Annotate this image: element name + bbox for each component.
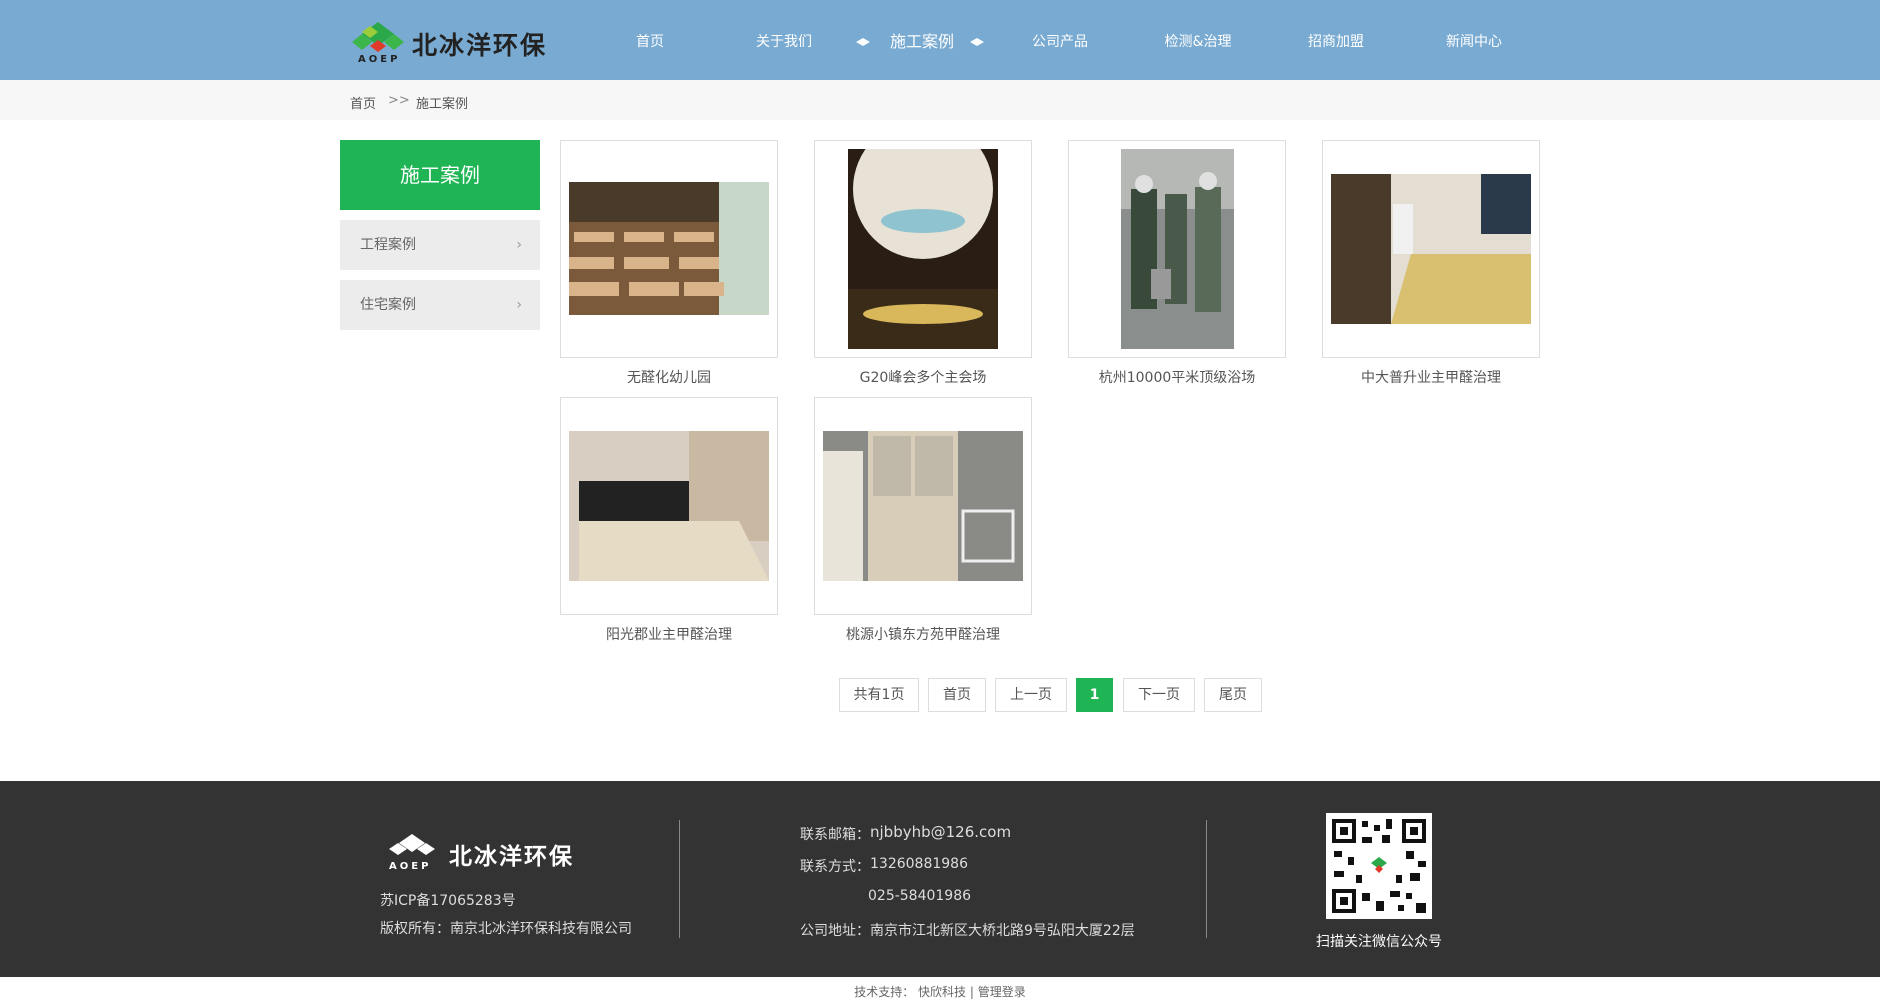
case-card-taoyuan[interactable] [814, 397, 1032, 615]
pagination-last-button[interactable]: 尾页 [1204, 678, 1262, 712]
wechat-qr-code [1326, 813, 1432, 919]
logo-subtext: AOEP [358, 54, 401, 65]
footer-logo-text: 北冰洋环保 [449, 844, 574, 870]
footer-address: 南京市江北新区大桥北路9号弘阳大厦22层 [870, 923, 1135, 939]
footer-phone-2: 025-58401986 [868, 888, 972, 904]
sidebar-item-label: 工程案例 [360, 237, 416, 253]
main-nav: 首页 关于我们 施工案例 公司产品 检测&治理 招商加盟 新闻中心 [590, 0, 1550, 80]
tech-support-label: 技术支持： [854, 985, 915, 999]
case-photo-bed [569, 431, 769, 581]
footer-logo-subtext: AOEP [389, 861, 432, 872]
footer-email-label: 联系邮箱： [800, 827, 870, 843]
pagination-first-button[interactable]: 首页 [928, 678, 986, 712]
logo-text: 北冰洋环保 [412, 31, 548, 60]
site-logo[interactable]: 北冰洋环保 AOEP [350, 20, 560, 66]
sidebar-item-residential[interactable]: 住宅案例 › [340, 280, 540, 330]
admin-login-link[interactable]: 管理登录 [978, 985, 1026, 999]
footer-copyright: 版权所有：南京北冰洋环保科技有限公司 [380, 921, 632, 937]
footer-logo: 北冰洋环保 AOEP [385, 833, 605, 873]
sidebar-title: 施工案例 [340, 140, 540, 210]
case-card-bathhouse[interactable] [1068, 140, 1286, 358]
qr-code-icon [1326, 813, 1432, 919]
nav-cases[interactable]: 施工案例 [862, 0, 982, 80]
site-footer [0, 781, 1880, 977]
footer-phone-label: 联系方式： [800, 859, 870, 875]
breadcrumb-separator: >> [388, 93, 410, 108]
case-photo-hall [848, 149, 998, 349]
case-caption[interactable]: 阳光郡业主甲醛治理 [560, 624, 778, 644]
case-photo-workers [1121, 149, 1234, 349]
chevron-right-icon: › [516, 237, 522, 253]
footer-phone-1: 13260881986 [870, 856, 968, 872]
nav-active-right-diamond-icon [970, 38, 984, 46]
nav-news[interactable]: 新闻中心 [1414, 0, 1534, 80]
footer-logo-mark-icon [389, 834, 435, 855]
sidebar-item-label: 住宅案例 [360, 297, 416, 313]
case-card-g20[interactable] [814, 140, 1032, 358]
case-caption[interactable]: 中大普升业主甲醛治理 [1322, 367, 1540, 387]
breadcrumb-home[interactable]: 首页 [350, 93, 376, 112]
case-card-yangguang[interactable] [560, 397, 778, 615]
case-photo-bedroom [1331, 174, 1531, 324]
bottom-bar: 技术支持： 快欣科技 | 管理登录 [0, 977, 1880, 1007]
footer-email[interactable]: njbbyhb@126.com [870, 823, 1011, 841]
breadcrumb-current: 施工案例 [416, 97, 469, 112]
pagination-total: 共有1页 [839, 678, 919, 712]
case-photo-cabinet [823, 431, 1023, 581]
sidebar-item-engineering[interactable]: 工程案例 › [340, 220, 540, 270]
tech-support-link[interactable]: 快欣科技 [918, 985, 966, 999]
footer-icp[interactable]: 苏ICP备17065283号 [380, 890, 516, 910]
case-card-kindergarten[interactable] [560, 140, 778, 358]
nav-products[interactable]: 公司产品 [1000, 0, 1120, 80]
footer-address-label: 公司地址： [800, 923, 870, 939]
case-caption[interactable]: 无醛化幼儿园 [560, 367, 778, 387]
qr-caption: 扫描关注微信公众号 [1316, 934, 1442, 950]
nav-testing[interactable]: 检测&治理 [1138, 0, 1258, 80]
nav-franchise[interactable]: 招商加盟 [1276, 0, 1396, 80]
pagination-next-button[interactable]: 下一页 [1123, 678, 1195, 712]
pagination-prev-button[interactable]: 上一页 [995, 678, 1067, 712]
pagination-current-page[interactable]: 1 [1076, 678, 1113, 712]
case-card-zhongda[interactable] [1322, 140, 1540, 358]
breadcrumb-bar [0, 80, 1880, 120]
nav-about[interactable]: 关于我们 [724, 0, 844, 80]
footer-divider-right [1206, 820, 1207, 938]
chevron-right-icon: › [516, 297, 522, 313]
case-caption[interactable]: G20峰会多个主会场 [814, 367, 1032, 387]
case-photo-classroom [569, 182, 769, 315]
nav-home[interactable]: 首页 [590, 0, 710, 80]
footer-divider-left [679, 820, 680, 938]
bottom-divider: | [969, 985, 974, 999]
case-caption[interactable]: 桃源小镇东方苑甲醛治理 [814, 624, 1032, 644]
case-caption[interactable]: 杭州10000平米顶级浴场 [1068, 367, 1286, 387]
